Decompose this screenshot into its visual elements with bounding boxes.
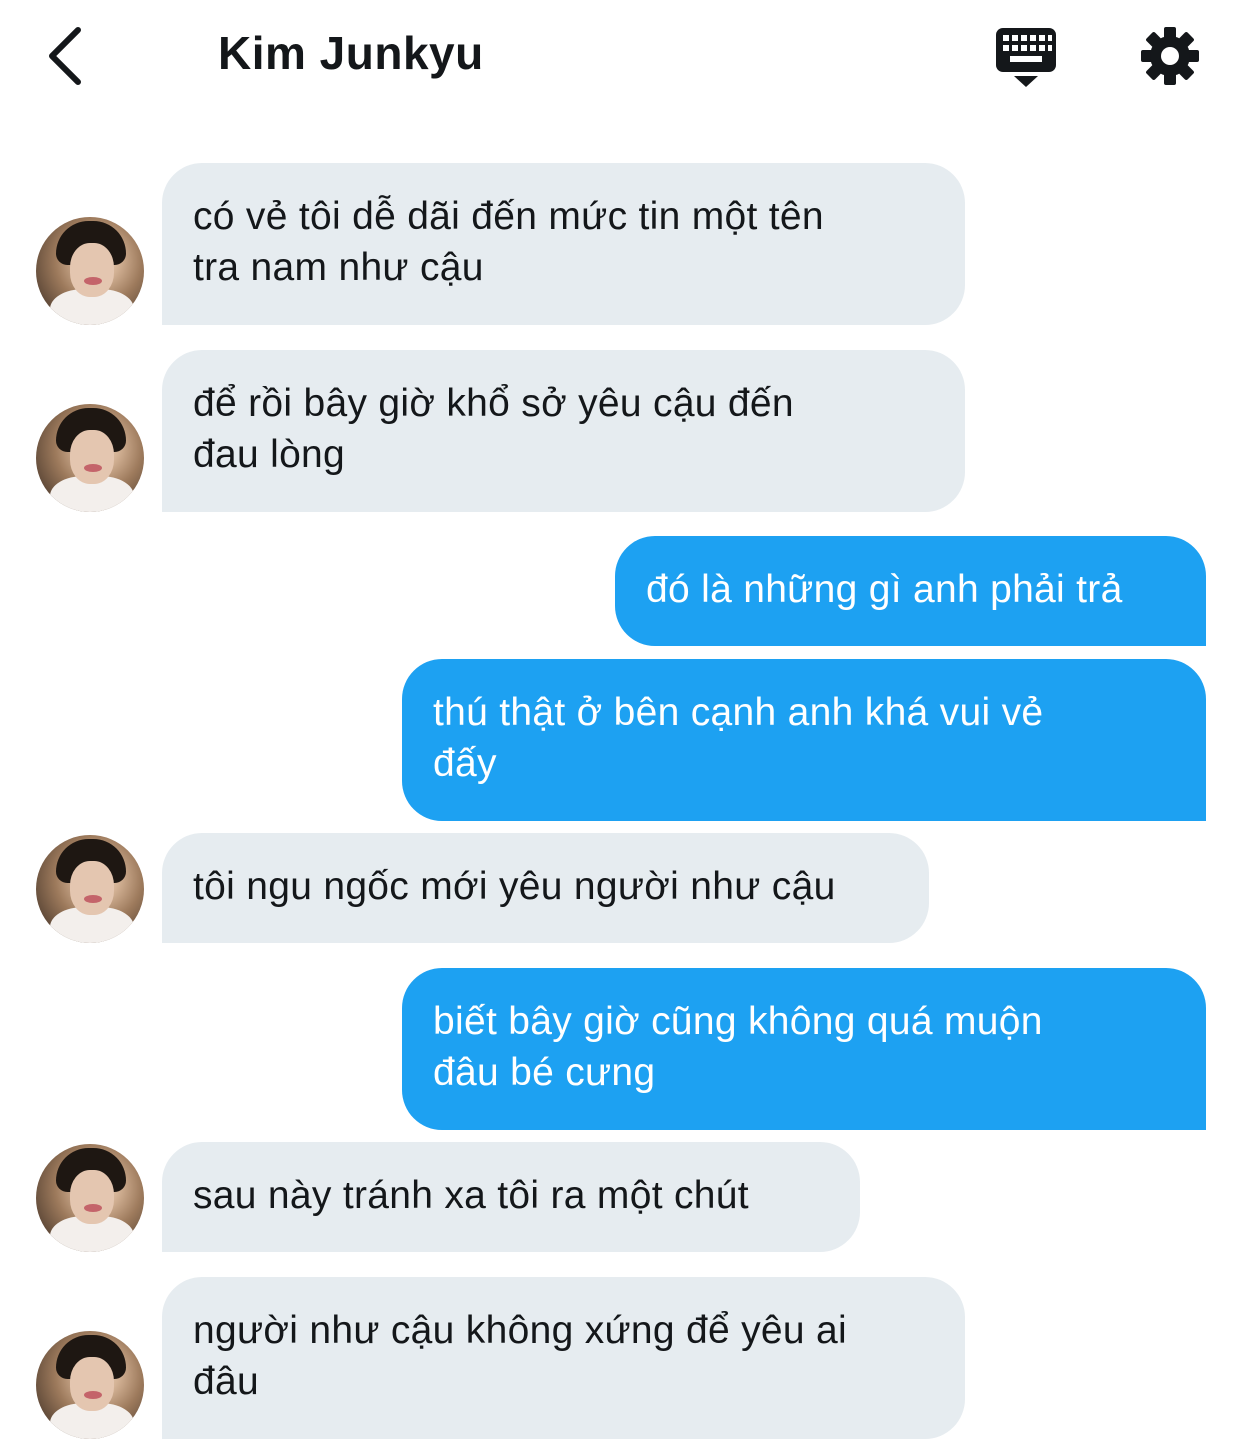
outgoing-message-bubble[interactable]: đó là những gì anh phải trả bbox=[615, 536, 1206, 646]
keyboard-button[interactable] bbox=[994, 26, 1058, 88]
back-button[interactable] bbox=[40, 24, 100, 88]
avatar[interactable] bbox=[36, 404, 144, 512]
outgoing-message-bubble[interactable]: biết bây giờ cũng không quá muộn đâu bé … bbox=[402, 968, 1206, 1130]
message-text: người như cậu không xứng để yêu ai đâu bbox=[193, 1309, 848, 1403]
avatar[interactable] bbox=[36, 1331, 144, 1439]
message-text: biết bây giờ cũng không quá muộn đâu bé … bbox=[433, 1000, 1043, 1094]
message-text: đó là những gì anh phải trả bbox=[646, 568, 1123, 611]
incoming-message-bubble[interactable]: sau này tránh xa tôi ra một chút bbox=[162, 1142, 860, 1252]
incoming-message-bubble[interactable]: người như cậu không xứng để yêu ai đâu bbox=[162, 1277, 965, 1439]
gear-icon bbox=[1141, 27, 1199, 85]
chevron-left-icon bbox=[49, 27, 81, 85]
avatar[interactable] bbox=[36, 835, 144, 943]
message-text: thú thật ở bên cạnh anh khá vui vẻ đấy bbox=[433, 691, 1044, 785]
incoming-message-bubble[interactable]: tôi ngu ngốc mới yêu người như cậu bbox=[162, 833, 929, 943]
avatar[interactable] bbox=[36, 217, 144, 325]
settings-button[interactable] bbox=[1140, 26, 1200, 86]
incoming-message-bubble[interactable]: có vẻ tôi dễ dãi đến mức tin một tên tra… bbox=[162, 163, 965, 325]
message-text: có vẻ tôi dễ dãi đến mức tin một tên tra… bbox=[193, 195, 824, 289]
message-text: để rồi bây giờ khổ sở yêu cậu đến đau lò… bbox=[193, 382, 794, 476]
conversation-header: Kim Junkyu bbox=[0, 0, 1242, 110]
message-text: tôi ngu ngốc mới yêu người như cậu bbox=[193, 865, 836, 908]
conversation-title: Kim Junkyu bbox=[218, 27, 484, 79]
message-text: sau này tránh xa tôi ra một chút bbox=[193, 1174, 749, 1217]
keyboard-icon bbox=[996, 28, 1056, 87]
avatar[interactable] bbox=[36, 1144, 144, 1252]
outgoing-message-bubble[interactable]: thú thật ở bên cạnh anh khá vui vẻ đấy bbox=[402, 659, 1206, 821]
incoming-message-bubble[interactable]: để rồi bây giờ khổ sở yêu cậu đến đau lò… bbox=[162, 350, 965, 512]
